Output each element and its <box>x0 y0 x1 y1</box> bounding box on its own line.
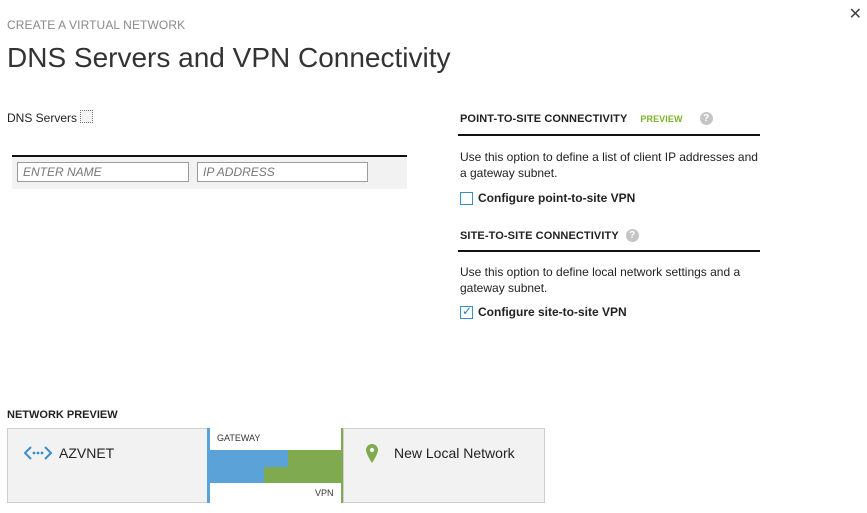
dns-servers-table <box>12 155 407 189</box>
info-icon[interactable] <box>80 110 94 123</box>
local-network-tile: New Local Network <box>343 428 545 503</box>
network-preview-label: NETWORK PREVIEW <box>7 409 118 421</box>
dns-ip-input[interactable] <box>197 162 368 182</box>
site-to-site-heading-text: SITE-TO-SITE CONNECTIVITY <box>460 230 619 242</box>
vnet-name: AZVNET <box>59 445 115 461</box>
local-network-name: New Local Network <box>394 445 515 461</box>
gateway-bar <box>207 428 210 503</box>
point-to-site-heading: POINT-TO-SITE CONNECTIVITY PREVIEW ? <box>460 112 713 125</box>
site-to-site-option[interactable]: Configure site-to-site VPN <box>460 304 627 319</box>
point-to-site-heading-text: POINT-TO-SITE CONNECTIVITY <box>460 113 628 125</box>
wizard-step-label: CREATE A VIRTUAL NETWORK <box>7 18 186 32</box>
dns-servers-text: DNS Servers <box>7 111 78 125</box>
site-to-site-checkbox[interactable] <box>460 304 473 319</box>
help-icon[interactable]: ? <box>699 112 713 125</box>
vpn-label: VPN <box>315 488 334 498</box>
site-to-site-heading: SITE-TO-SITE CONNECTIVITY ? <box>460 229 639 242</box>
site-to-site-description: Use this option to define local network … <box>460 265 741 295</box>
map-pin-icon <box>366 444 378 463</box>
point-to-site-description: Use this option to define a list of clie… <box>460 150 758 180</box>
preview-badge: PREVIEW <box>640 114 683 124</box>
site-to-site-checkbox-label: Configure site-to-site VPN <box>478 305 627 319</box>
dns-servers-label: DNS Servers <box>7 110 94 125</box>
point-to-site-option[interactable]: Configure point-to-site VPN <box>460 191 635 205</box>
point-to-site-checkbox-label: Configure point-to-site VPN <box>478 191 636 205</box>
help-icon[interactable]: ? <box>625 229 639 242</box>
point-to-site-checkbox[interactable] <box>460 191 473 205</box>
gateway-label: GATEWAY <box>217 433 261 443</box>
vnet-icon <box>24 446 52 460</box>
section-divider <box>458 134 760 136</box>
vnet-tile: AZVNET <box>7 428 209 503</box>
page-title: DNS Servers and VPN Connectivity <box>7 42 451 73</box>
close-icon[interactable]: ✕ <box>849 4 862 24</box>
vpn-block <box>288 450 343 483</box>
section-divider <box>458 250 760 252</box>
dns-name-input[interactable] <box>17 162 189 182</box>
vpn-step-block <box>264 467 288 483</box>
